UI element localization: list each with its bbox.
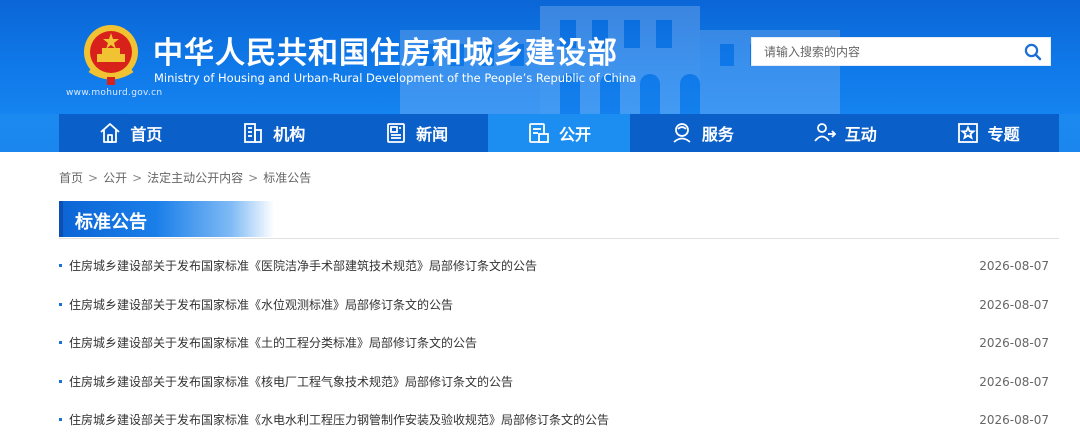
nav-item-news[interactable]: 新闻 [345, 114, 488, 152]
announcement-date: 2026-08-07 [979, 259, 1049, 273]
home-icon [100, 123, 121, 143]
breadcrumb: 首页 > 公开 > 法定主动公开内容 > 标准公告 [59, 169, 311, 186]
list-item: 住房城乡建设部关于发布国家标准《医院洁净手术部建筑技术规范》局部修订条文的公告 … [59, 249, 1049, 288]
nav-item-label: 公开 [559, 125, 592, 144]
bullet-icon [59, 302, 62, 306]
nav-item-label: 互动 [844, 125, 877, 144]
nav-item-service[interactable]: 服务 [630, 114, 773, 152]
nav-item-label: 机构 [273, 125, 306, 144]
national-emblem-icon [84, 25, 138, 85]
site-title: 中华人民共和国住房和城乡建设部 [153, 36, 618, 71]
section-header: 标准公告 [59, 201, 1059, 239]
nav-item-label: 服务 [701, 125, 734, 144]
list-item: 住房城乡建设部关于发布国家标准《水位观测标准》局部修订条文的公告 2026-08… [59, 288, 1049, 327]
bullet-icon [59, 341, 62, 345]
main-nav-bar: 首页 机构 新闻 公开 服务 互动 专题 [0, 114, 1080, 152]
announcement-title-link[interactable]: 住房城乡建设部关于发布国家标准《水位观测标准》局部修订条文的公告 [69, 288, 453, 322]
breadcrumb-statutory[interactable]: 法定主动公开内容 [147, 171, 243, 185]
service-icon [673, 123, 691, 143]
breadcrumb-separator: > [248, 171, 259, 185]
nav-item-open[interactable]: 公开 [487, 114, 631, 152]
breadcrumb-open[interactable]: 公开 [103, 171, 127, 185]
breadcrumb-home[interactable]: 首页 [59, 171, 83, 185]
bullet-icon [59, 379, 62, 383]
newspaper-icon [387, 123, 406, 143]
search-input[interactable] [752, 38, 1022, 65]
document-icon [529, 123, 549, 143]
building-icon [244, 123, 263, 143]
section-title-tab: 标准公告 [59, 201, 274, 237]
announcement-title-link[interactable]: 住房城乡建设部关于发布国家标准《医院洁净手术部建筑技术规范》局部修订条文的公告 [69, 249, 537, 283]
nav-item-label: 专题 [987, 125, 1020, 144]
list-item: 住房城乡建设部关于发布国家标准《水电水利工程压力钢管制作安装及验收规范》局部修订… [59, 403, 1049, 442]
list-item: 住房城乡建设部关于发布国家标准《土的工程分类标准》局部修订条文的公告 2026-… [59, 326, 1049, 365]
bullet-icon [59, 264, 62, 267]
bullet-icon [59, 418, 62, 422]
breadcrumb-separator: > [132, 171, 143, 185]
star-icon [957, 123, 978, 143]
site-url: www.mohurd.gov.cn [66, 88, 163, 98]
nav-item-label: 新闻 [416, 125, 449, 144]
breadcrumb-current[interactable]: 标准公告 [263, 171, 311, 185]
breadcrumb-separator: > [88, 171, 99, 185]
announcement-title-link[interactable]: 住房城乡建设部关于发布国家标准《土的工程分类标准》局部修订条文的公告 [69, 326, 477, 360]
nav-item-home[interactable]: 首页 [59, 114, 202, 152]
announcement-date: 2026-08-07 [979, 413, 1049, 428]
site-header: www.mohurd.gov.cn 中华人民共和国住房和城乡建设部 Minist… [0, 0, 1080, 114]
nav-item-institutions[interactable]: 机构 [202, 114, 345, 152]
announcement-title-link[interactable]: 住房城乡建设部关于发布国家标准《核电厂工程气象技术规范》局部修订条文的公告 [69, 365, 513, 399]
section-title-accent [59, 201, 63, 237]
list-item: 住房城乡建设部关于发布国家标准《核电厂工程气象技术规范》局部修订条文的公告 20… [59, 365, 1049, 404]
section-title: 标准公告 [75, 212, 147, 233]
announcement-date: 2026-08-07 [979, 336, 1049, 351]
nav-item-label: 首页 [130, 125, 163, 144]
site-title-english: Ministry of Housing and Urban-Rural Deve… [154, 71, 637, 85]
nav-item-interaction[interactable]: 互动 [773, 114, 916, 152]
main-nav: 首页 机构 新闻 公开 服务 互动 专题 [59, 114, 1059, 152]
search-icon[interactable] [1024, 43, 1042, 61]
search-box [751, 37, 1051, 66]
announcement-date: 2026-08-07 [979, 374, 1049, 389]
interaction-icon [814, 123, 836, 142]
nav-item-topics[interactable]: 专题 [916, 114, 1059, 152]
announcement-list: 住房城乡建设部关于发布国家标准《医院洁净手术部建筑技术规范》局部修订条文的公告 … [59, 249, 1049, 442]
announcement-title-link[interactable]: 住房城乡建设部关于发布国家标准《水电水利工程压力钢管制作安装及验收规范》局部修订… [69, 403, 609, 437]
announcement-date: 2026-08-07 [979, 297, 1049, 312]
